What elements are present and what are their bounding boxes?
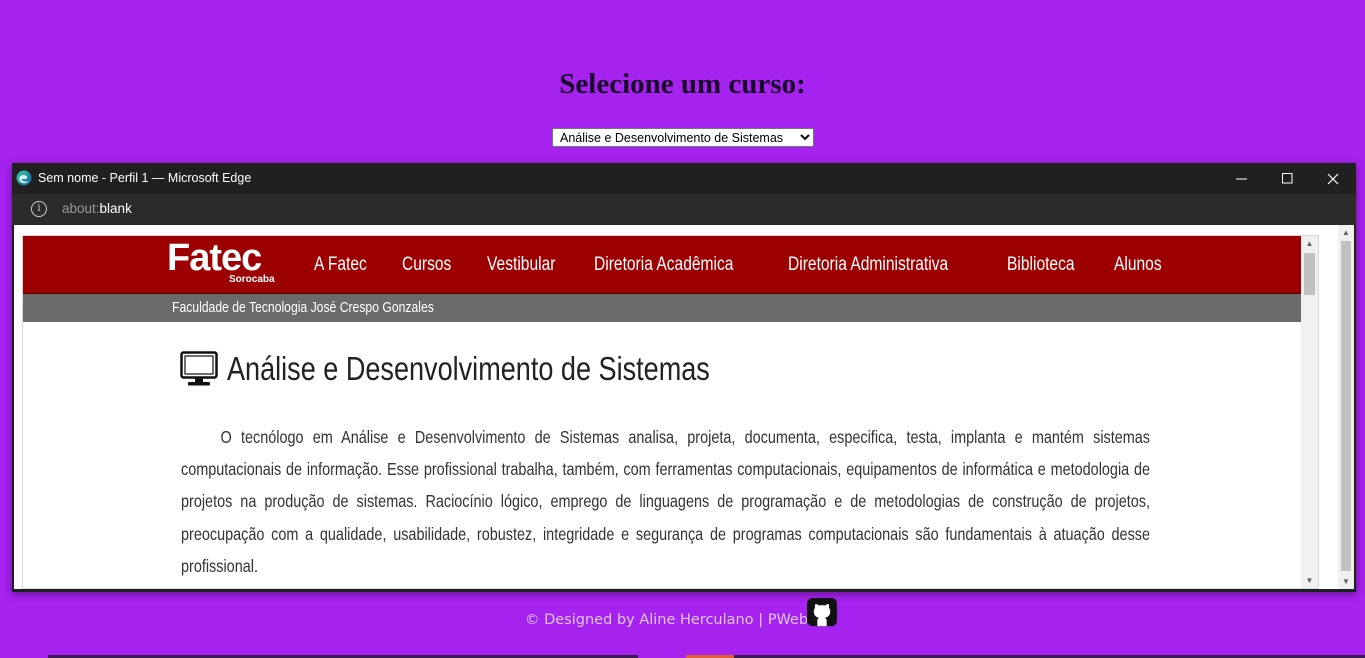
close-button[interactable]: [1310, 163, 1356, 194]
fatec-logo[interactable]: Fatec: [167, 238, 262, 278]
edge-logo-icon: [16, 170, 32, 186]
scroll-up-arrow-icon[interactable]: ▲: [1301, 236, 1318, 251]
nav-item-alunos[interactable]: Alunos: [1114, 254, 1162, 276]
window-title: Sem nome - Perfil 1 — Microsoft Edge: [38, 171, 252, 185]
footer: © Designed by Aline Herculano | PWeb: [0, 598, 1365, 638]
github-icon[interactable]: [806, 598, 838, 628]
nav-item-diretoria-administrativa[interactable]: Diretoria Administrativa: [788, 254, 948, 276]
outer-scroll-thumb[interactable]: [1341, 241, 1351, 571]
minimize-button[interactable]: [1218, 163, 1264, 194]
minimize-icon: [1235, 178, 1247, 180]
course-heading: Análise e Desenvolvimento de Sistemas: [180, 350, 816, 388]
fatec-subtitle-bar: Faculdade de Tecnologia José Crespo Gonz…: [23, 294, 1317, 322]
course-select[interactable]: Análise e Desenvolvimento de Sistemas: [552, 128, 814, 147]
address-url[interactable]: about:blank: [62, 201, 132, 216]
outer-scroll-up-arrow-icon[interactable]: ▲: [1338, 225, 1354, 240]
close-icon: [1327, 173, 1339, 184]
page-title: Selecione um curso:: [559, 68, 806, 100]
outer-scrollbar[interactable]: ▲ ▼: [1338, 225, 1354, 589]
inner-scrollbar[interactable]: ▲ ▼: [1301, 236, 1318, 588]
address-prefix: about:: [62, 201, 100, 216]
embedded-page-frame: Fatec Sorocaba A Fatec Cursos Vestibular…: [22, 235, 1319, 589]
maximize-button[interactable]: [1264, 163, 1310, 194]
nav-item-diretoria-academica[interactable]: Diretoria Acadêmica: [594, 254, 733, 276]
outer-scroll-down-arrow-icon[interactable]: ▼: [1338, 574, 1354, 589]
nav-item-vestibular[interactable]: Vestibular: [487, 254, 555, 276]
fatec-nav-menu: A Fatec Cursos Vestibular Diretoria Acad…: [314, 254, 1196, 276]
course-title: Análise e Desenvolvimento de Sistemas: [227, 350, 710, 387]
nav-item-biblioteca[interactable]: Biblioteca: [1007, 254, 1075, 276]
browser-viewport: Fatec Sorocaba A Fatec Cursos Vestibular…: [14, 225, 1354, 589]
footer-credit: © Designed by Aline Herculano | PWeb: [525, 612, 809, 628]
monitor-icon: [180, 351, 218, 386]
scroll-down-arrow-icon[interactable]: ▼: [1301, 573, 1318, 588]
browser-popup-window: Sem nome - Perfil 1 — Microsoft Edge i a…: [12, 163, 1356, 592]
address-host: blank: [99, 201, 132, 216]
fatec-logo-sub: Sorocaba: [229, 274, 275, 285]
scroll-thumb[interactable]: [1304, 253, 1315, 295]
page: Selecione um curso: Análise e Desenvolvi…: [0, 0, 1365, 658]
address-bar[interactable]: i about:blank: [12, 194, 1356, 225]
course-description: O tecnólogo em Análise e Desenvolvimento…: [181, 427, 1151, 576]
nav-item-cursos[interactable]: Cursos: [402, 254, 451, 276]
info-icon[interactable]: i: [31, 201, 47, 217]
fatec-subtitle: Faculdade de Tecnologia José Crespo Gonz…: [172, 300, 434, 316]
fatec-navbar: Fatec Sorocaba A Fatec Cursos Vestibular…: [23, 236, 1317, 294]
maximize-icon: [1281, 173, 1292, 184]
window-titlebar[interactable]: Sem nome - Perfil 1 — Microsoft Edge: [12, 163, 1356, 194]
nav-item-a-fatec[interactable]: A Fatec: [314, 254, 367, 276]
